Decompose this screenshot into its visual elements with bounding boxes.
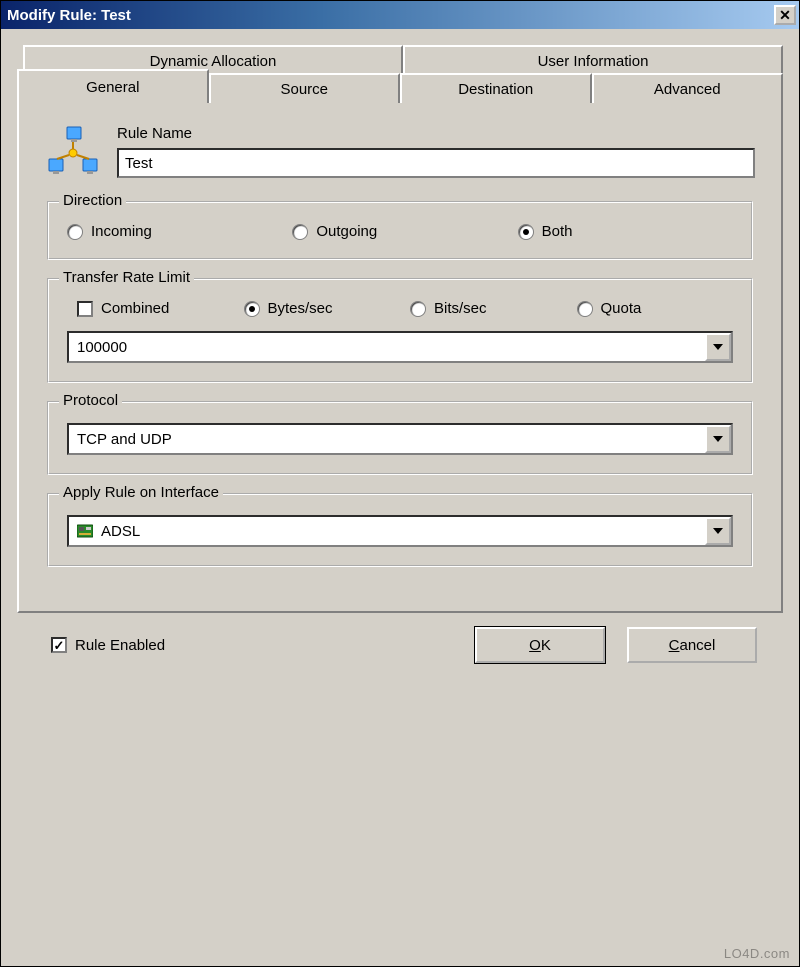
checkbox-icon — [51, 637, 67, 653]
radio-icon — [292, 224, 308, 240]
radio-label: Both — [542, 223, 573, 240]
tab-label: Destination — [458, 81, 533, 98]
rule-name-input[interactable] — [117, 148, 755, 178]
dialog-window: Modify Rule: Test ✕ Dynamic Allocation U… — [0, 0, 800, 967]
checkbox-icon — [77, 301, 93, 317]
protocol-combo[interactable]: TCP and UDP — [67, 423, 733, 455]
interface-group: Apply Rule on Interface ADSL — [47, 493, 753, 567]
rate-options-row: Combined Bytes/sec Bits/sec Quota — [67, 300, 733, 317]
protocol-group-label: Protocol — [59, 392, 122, 409]
tabstrip: Dynamic Allocation User Information Gene… — [17, 45, 783, 105]
radio-icon — [577, 301, 593, 317]
tab-advanced[interactable]: Advanced — [592, 73, 784, 103]
titlebar: Modify Rule: Test ✕ — [1, 1, 799, 29]
close-icon: ✕ — [779, 8, 791, 22]
radio-label: Incoming — [91, 223, 152, 240]
tab-label: Source — [280, 81, 328, 98]
rule-name-block: Rule Name — [117, 125, 755, 178]
direction-group-label: Direction — [59, 192, 126, 209]
rate-bytes-sec[interactable]: Bytes/sec — [244, 300, 401, 317]
tab-panel-general: Rule Name Direction Incoming Outgoing — [17, 103, 783, 613]
watermark: LO4D.com — [724, 946, 790, 961]
radio-icon — [410, 301, 426, 317]
direction-group: Direction Incoming Outgoing Both — [47, 201, 753, 260]
network-icon — [45, 125, 101, 181]
protocol-value: TCP and UDP — [69, 425, 705, 453]
cancel-button[interactable]: Cancel — [627, 627, 757, 663]
close-button[interactable]: ✕ — [774, 5, 796, 25]
rule-header: Rule Name — [45, 125, 755, 181]
interface-group-label: Apply Rule on Interface — [59, 484, 223, 501]
protocol-group: Protocol TCP and UDP — [47, 401, 753, 475]
rate-combined-checkbox[interactable]: Combined — [77, 300, 234, 317]
rate-bits-sec[interactable]: Bits/sec — [410, 300, 567, 317]
checkbox-label: Rule Enabled — [75, 637, 165, 654]
radio-icon — [244, 301, 260, 317]
checkbox-label: Combined — [101, 300, 169, 317]
chevron-down-icon[interactable] — [705, 425, 731, 453]
radio-label: Bits/sec — [434, 300, 487, 317]
tab-label: Dynamic Allocation — [150, 53, 277, 70]
rate-value: 100000 — [69, 333, 705, 361]
radio-label: Bytes/sec — [268, 300, 333, 317]
tab-source[interactable]: Source — [209, 73, 401, 103]
bottom-row: Rule Enabled OK Cancel — [17, 613, 783, 663]
rate-group: Transfer Rate Limit Combined Bytes/sec B… — [47, 278, 753, 383]
rule-enabled-checkbox[interactable]: Rule Enabled — [51, 637, 165, 654]
radio-icon — [67, 224, 83, 240]
rate-group-label: Transfer Rate Limit — [59, 269, 194, 286]
direction-outgoing[interactable]: Outgoing — [292, 223, 507, 240]
interface-value-text: ADSL — [101, 523, 140, 540]
nic-icon — [77, 524, 93, 538]
titlebar-text: Modify Rule: Test — [7, 7, 131, 24]
radio-icon — [518, 224, 534, 240]
radio-label: Quota — [601, 300, 642, 317]
radio-label: Outgoing — [316, 223, 377, 240]
tab-label: General — [86, 79, 139, 96]
rate-value-combo[interactable]: 100000 — [67, 331, 733, 363]
rule-name-label: Rule Name — [117, 125, 755, 142]
tab-row-front: General Source Destination Advanced — [17, 73, 783, 103]
ok-button[interactable]: OK — [475, 627, 605, 663]
interface-combo[interactable]: ADSL — [67, 515, 733, 547]
chevron-down-icon[interactable] — [705, 517, 731, 545]
direction-incoming[interactable]: Incoming — [67, 223, 282, 240]
direction-both[interactable]: Both — [518, 223, 733, 240]
client-area: Dynamic Allocation User Information Gene… — [1, 29, 799, 679]
rate-quota[interactable]: Quota — [577, 300, 734, 317]
interface-value: ADSL — [69, 517, 705, 545]
tab-label: User Information — [538, 53, 649, 70]
direction-radio-row: Incoming Outgoing Both — [67, 223, 733, 240]
tab-destination[interactable]: Destination — [400, 73, 592, 103]
chevron-down-icon[interactable] — [705, 333, 731, 361]
tab-general[interactable]: General — [17, 69, 209, 103]
tab-label: Advanced — [654, 81, 721, 98]
tab-user-information[interactable]: User Information — [403, 45, 783, 75]
